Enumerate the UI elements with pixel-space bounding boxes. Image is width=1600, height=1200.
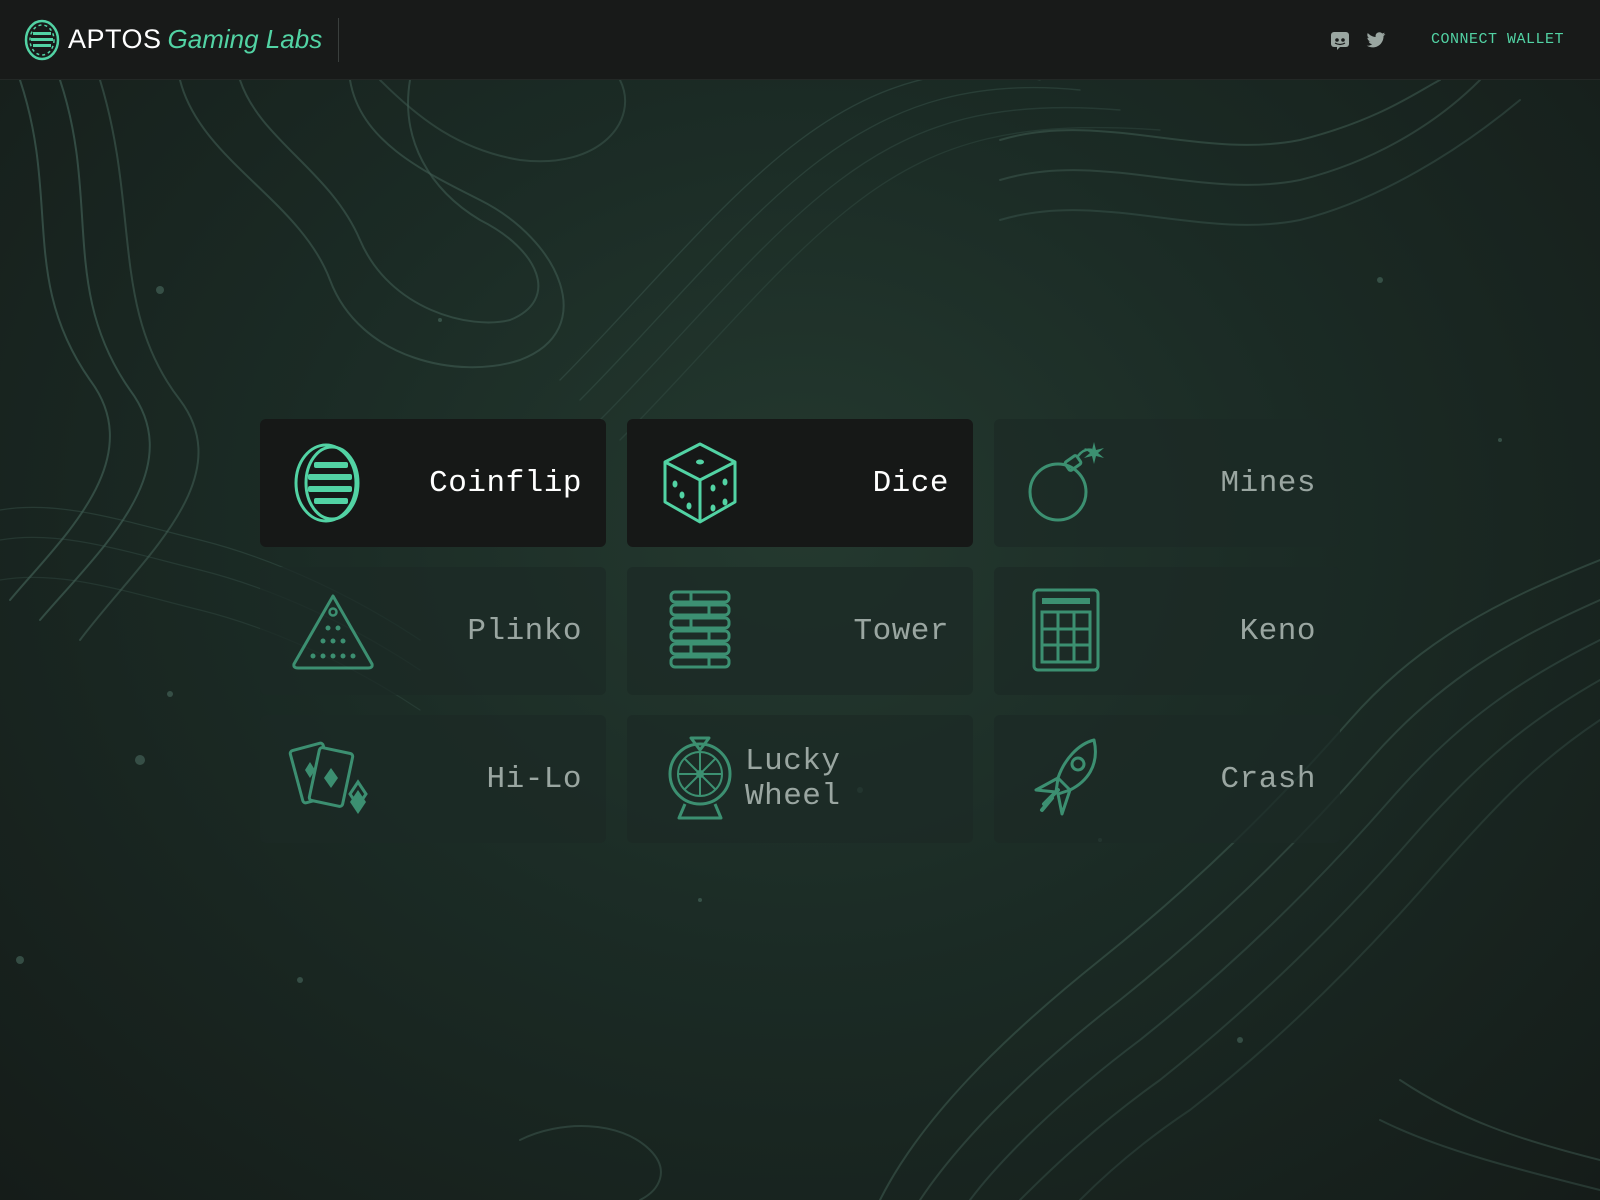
brand-name: APTOS [68, 24, 162, 54]
game-card-dice[interactable]: Dice [627, 419, 973, 547]
rocket-icon [1034, 738, 1097, 816]
brand-subtitle: Gaming Labs [167, 24, 323, 54]
coin-icon [294, 443, 360, 523]
game-card-tower[interactable]: Tower [627, 567, 973, 695]
game-card-plinko[interactable]: Plinko [260, 567, 606, 695]
game-label: Lucky Wheel [745, 744, 841, 814]
aptos-logo-icon [24, 19, 60, 60]
game-card-keno[interactable]: Keno [994, 567, 1340, 695]
game-label: Mines [1220, 465, 1316, 501]
game-card-lucky-wheel[interactable]: Lucky Wheel [627, 715, 973, 843]
dice-icon [663, 442, 737, 524]
plinko-triangle-icon [292, 594, 374, 670]
connect-wallet-button[interactable]: CONNECT WALLET [1431, 31, 1564, 48]
game-label: Hi-Lo [486, 761, 582, 797]
discord-icon[interactable] [1329, 29, 1351, 51]
game-label: Plinko [467, 613, 582, 649]
wheel-icon [668, 736, 732, 820]
game-label: Tower [853, 613, 949, 649]
game-label: Crash [1220, 761, 1316, 797]
game-card-mines[interactable]: Mines [994, 419, 1340, 547]
top-header: APTOS Gaming Labs CONNECT WALLET [0, 0, 1600, 80]
bomb-icon [1028, 442, 1104, 522]
playing-cards-icon [288, 741, 368, 814]
game-label: Coinflip [429, 465, 582, 501]
game-label: Dice [872, 465, 949, 501]
header-actions: CONNECT WALLET [1315, 29, 1564, 51]
game-card-hi-lo[interactable]: Hi-Lo [260, 715, 606, 843]
tower-stack-icon [669, 590, 731, 669]
game-label: Keno [1239, 613, 1316, 649]
game-card-crash[interactable]: Crash [994, 715, 1340, 843]
keno-grid-icon [1032, 588, 1100, 672]
brand-logo[interactable]: APTOS Gaming Labs [24, 17, 340, 62]
game-card-coinflip[interactable]: Coinflip [260, 419, 606, 547]
twitter-icon[interactable] [1365, 29, 1387, 51]
games-grid: Coinflip Dice Mines Plinko Tower Keno Hi… [260, 419, 1340, 843]
